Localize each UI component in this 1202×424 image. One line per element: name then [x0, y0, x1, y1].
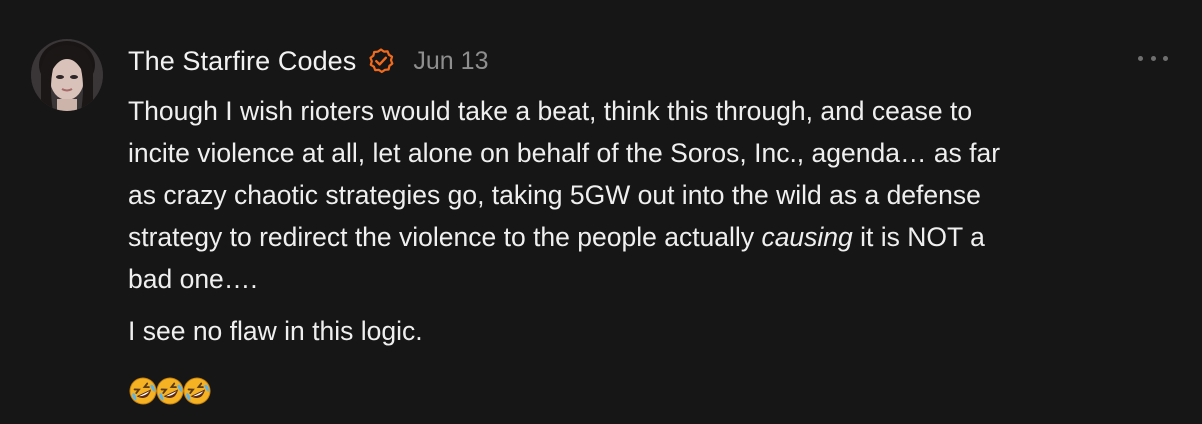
more-horizontal-icon[interactable] — [1138, 48, 1168, 68]
avatar[interactable] — [31, 39, 103, 111]
author-name[interactable]: The Starfire Codes — [128, 46, 356, 77]
text-line: Though I wish rioters would take a beat,… — [128, 96, 973, 126]
rolling-on-floor-laughing-emoji — [156, 377, 184, 405]
text-line: strategy to redirect the violence to the… — [128, 216, 1158, 258]
text-segment: strategy to redirect the violence to the… — [128, 222, 762, 252]
emoji-reactions — [128, 376, 211, 406]
text-line: as crazy chaotic strategies go, taking 5… — [128, 180, 981, 210]
more-dot — [1138, 55, 1143, 61]
verified-check-icon — [368, 48, 394, 74]
more-dot — [1163, 55, 1168, 61]
post-paragraph: I see no flaw in this logic. — [128, 316, 423, 346]
rolling-on-floor-laughing-emoji — [129, 377, 157, 405]
post-card: The Starfire Codes Jun 13 Though I wish … — [0, 0, 1202, 424]
more-dot — [1150, 55, 1156, 61]
text-line: incite violence at all, let alone on beh… — [128, 138, 1001, 168]
rolling-on-floor-laughing-emoji — [183, 377, 211, 405]
post-paragraph: Though I wish rioters would take a beat,… — [128, 90, 1158, 300]
emphasized-text: causing — [761, 222, 853, 252]
post-body: Though I wish rioters would take a beat,… — [128, 90, 1158, 352]
post-header: The Starfire Codes Jun 13 — [128, 43, 488, 79]
post-date[interactable]: Jun 13 — [413, 47, 488, 76]
text-line: bad one…. — [128, 264, 258, 294]
text-segment: it is NOT a — [852, 222, 985, 252]
